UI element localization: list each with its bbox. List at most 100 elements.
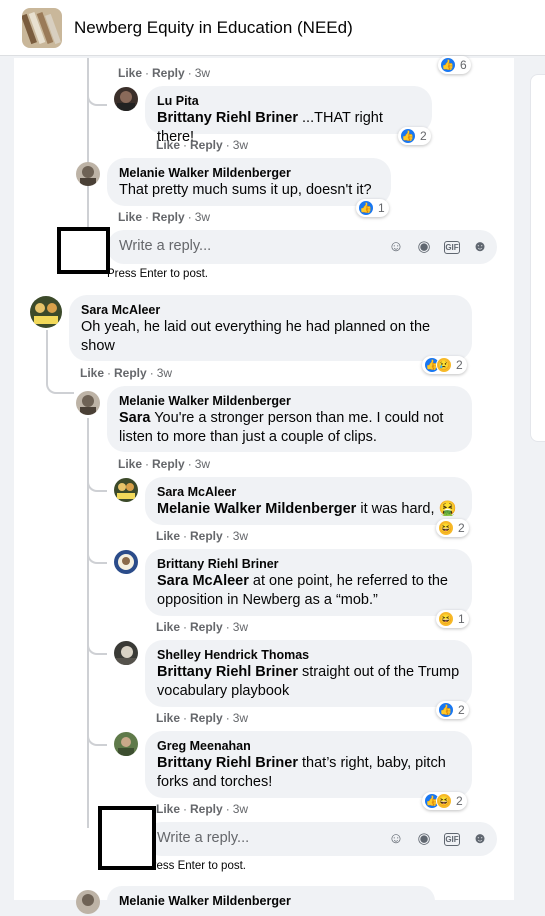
emoji-icon[interactable]: ☺ <box>387 238 405 256</box>
like-button[interactable]: Like <box>118 457 142 471</box>
avatar[interactable] <box>114 87 138 111</box>
comment-actions: Like · Reply · 3w <box>156 802 249 816</box>
timestamp[interactable]: 3w <box>195 210 210 224</box>
like-button[interactable]: Like <box>156 620 180 634</box>
redacted-avatar <box>98 806 156 870</box>
reply-button[interactable]: Reply <box>114 366 147 380</box>
comment-author[interactable]: Melanie Walker Mildenberger <box>119 165 379 181</box>
comment-bubble: Shelley Hendrick Thomas Brittany Riehl B… <box>145 640 472 707</box>
comment-actions: Like · Reply · 3w <box>156 138 249 152</box>
timestamp[interactable]: 3w <box>233 711 248 725</box>
like-button[interactable]: Like <box>118 210 142 224</box>
reaction-count[interactable]: 👍 😆 2 <box>422 792 467 810</box>
reply-button[interactable]: Reply <box>152 457 185 471</box>
sticker-icon[interactable]: ☻ <box>471 238 489 256</box>
comment-text: Oh yeah, he laid out everything he had p… <box>81 319 431 354</box>
reply-button[interactable]: Reply <box>190 529 223 543</box>
reply-button[interactable]: Reply <box>190 711 223 725</box>
mention-link[interactable]: Brittany Riehl Briner <box>157 755 298 771</box>
haha-reaction-icon: 😆 <box>438 520 454 536</box>
comment-author[interactable]: Melanie Walker Mildenberger <box>119 393 460 409</box>
comment-author[interactable]: Brittany Riehl Briner <box>157 556 460 572</box>
thread-line <box>87 58 89 70</box>
like-button[interactable]: Like <box>156 138 180 152</box>
comment-text: That pretty much sums it up, doesn't it? <box>119 182 372 198</box>
press-enter-hint: Press Enter to post. <box>145 860 246 872</box>
like-reaction-icon: 👍 <box>400 128 416 144</box>
thread-connector <box>87 548 107 564</box>
comment-author[interactable]: Melanie Walker Mildenberger <box>119 893 423 909</box>
mention-link[interactable]: Brittany Riehl Briner <box>157 110 298 126</box>
group-avatar[interactable] <box>22 8 62 48</box>
like-reaction-icon: 👍 <box>440 57 456 73</box>
gif-icon[interactable]: GIF <box>444 833 460 846</box>
reaction-count[interactable]: 😆 1 <box>436 610 469 628</box>
thread-line <box>46 330 48 378</box>
haha-reaction-icon: 😆 <box>438 611 454 627</box>
reply-button[interactable]: Reply <box>190 138 223 152</box>
like-reaction-icon: 👍 <box>438 702 454 718</box>
comment-bubble: Lu Pita Brittany Riehl Briner ...THAT ri… <box>145 86 432 145</box>
comment-bubble: Melanie Walker Mildenberger That pretty … <box>107 158 391 206</box>
thread-connector <box>87 730 107 746</box>
comment-author[interactable]: Greg Meenahan <box>157 738 460 754</box>
avatar[interactable] <box>76 391 100 415</box>
timestamp[interactable]: 3w <box>233 529 248 543</box>
reply-input[interactable]: Write a reply... <box>157 830 249 846</box>
mention-link[interactable]: Sara McAleer <box>157 573 249 589</box>
comment-author[interactable]: Sara McAleer <box>81 302 460 318</box>
timestamp[interactable]: 3w <box>233 620 248 634</box>
emoji-icon[interactable]: ☺ <box>387 830 405 848</box>
avatar[interactable] <box>114 478 138 502</box>
comment-actions: Like · Reply · 3w <box>118 210 211 224</box>
press-enter-hint: Press Enter to post. <box>107 268 208 280</box>
comment-author[interactable]: Lu Pita <box>157 93 420 109</box>
avatar[interactable] <box>76 890 100 914</box>
timestamp[interactable]: 3w <box>195 457 210 471</box>
comment-actions: Like · Reply · 3w <box>118 66 211 80</box>
timestamp[interactable]: 3w <box>233 802 248 816</box>
reaction-count[interactable]: 😆 2 <box>436 519 469 537</box>
reply-button[interactable]: Reply <box>190 802 223 816</box>
comment-author[interactable]: Shelley Hendrick Thomas <box>157 647 460 663</box>
reply-button[interactable]: Reply <box>152 210 185 224</box>
comment-actions: Like · Reply · 3w <box>118 457 211 471</box>
reaction-count[interactable]: 👍 😢 2 <box>422 356 467 374</box>
comment-actions: Like · Reply · 3w <box>80 366 173 380</box>
reply-button[interactable]: Reply <box>152 66 185 80</box>
comment-author[interactable]: Sara McAleer <box>157 484 460 500</box>
reaction-count[interactable]: 👍 2 <box>398 127 431 145</box>
comment-bubble: Sara McAleer Melanie Walker Mildenberger… <box>145 477 472 525</box>
camera-icon[interactable]: ◉ <box>415 830 433 848</box>
like-button[interactable]: Like <box>118 66 142 80</box>
like-button[interactable]: Like <box>80 366 104 380</box>
reaction-count[interactable]: 👍 2 <box>436 701 469 719</box>
reply-box[interactable]: Write a reply... ☺ ◉ GIF ☻ <box>107 230 497 264</box>
like-button[interactable]: Like <box>156 711 180 725</box>
timestamp[interactable]: 3w <box>233 138 248 152</box>
like-button[interactable]: Like <box>156 529 180 543</box>
mention-link[interactable]: Sara <box>119 410 150 426</box>
camera-icon[interactable]: ◉ <box>415 238 433 256</box>
gif-icon[interactable]: GIF <box>444 241 460 254</box>
mention-link[interactable]: Melanie Walker Mildenberger <box>157 501 356 517</box>
reply-box[interactable]: Write a reply... ☺ ◉ GIF ☻ <box>145 822 497 856</box>
avatar[interactable] <box>76 162 100 186</box>
mention-link[interactable]: Brittany Riehl Briner <box>157 664 298 680</box>
avatar[interactable] <box>30 296 62 328</box>
sticker-icon[interactable]: ☻ <box>471 830 489 848</box>
reply-input[interactable]: Write a reply... <box>119 238 211 254</box>
timestamp[interactable]: 3w <box>157 366 172 380</box>
reply-button[interactable]: Reply <box>190 620 223 634</box>
avatar[interactable] <box>114 732 138 756</box>
timestamp[interactable]: 3w <box>195 66 210 80</box>
like-button[interactable]: Like <box>156 802 180 816</box>
redacted-avatar <box>57 227 110 274</box>
comment-actions: Like · Reply · 3w <box>156 711 249 725</box>
reaction-count[interactable]: 👍 6 <box>438 56 471 74</box>
avatar[interactable] <box>114 550 138 574</box>
group-title[interactable]: Newberg Equity in Education (NEEd) <box>74 18 353 38</box>
reaction-count[interactable]: 👍 1 <box>356 199 389 217</box>
like-reaction-icon: 👍 <box>358 200 374 216</box>
avatar[interactable] <box>114 641 138 665</box>
